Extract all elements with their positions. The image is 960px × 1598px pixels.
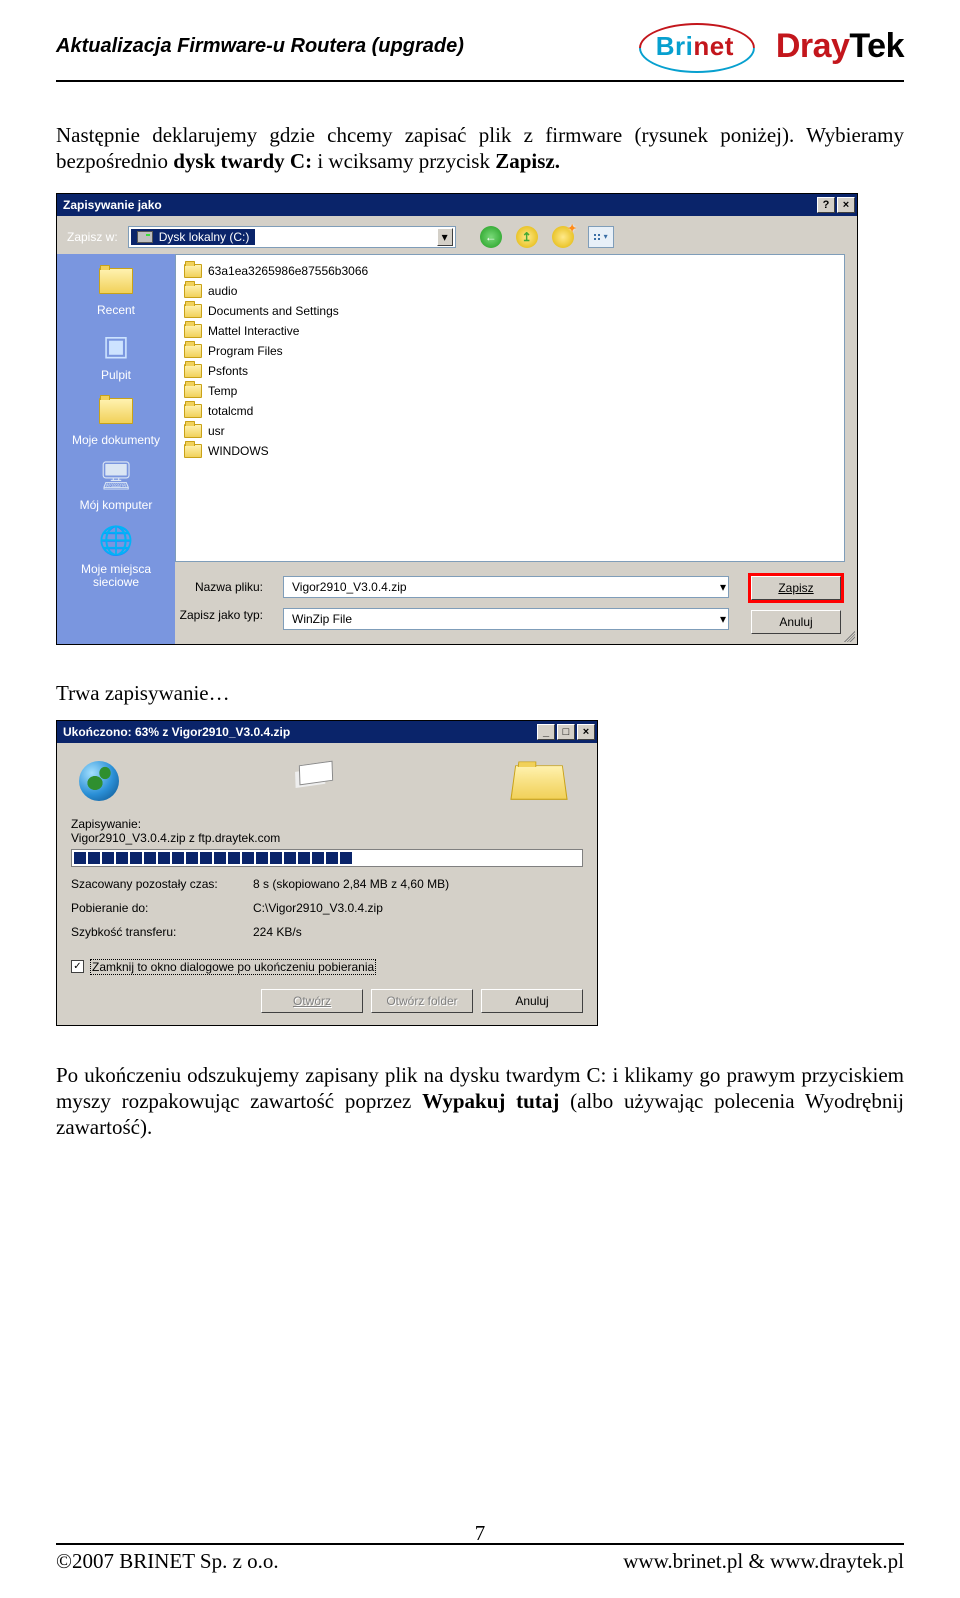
filetype-combo[interactable]: WinZip File ▾	[283, 608, 729, 630]
list-item[interactable]: 63a1ea3265986e87556b3066	[184, 261, 836, 281]
footer-left: ©2007 BRINET Sp. z o.o.	[56, 1549, 279, 1574]
save-as-titlebar[interactable]: Zapisywanie jako ? ×	[57, 194, 857, 216]
folder-icon	[184, 344, 202, 358]
new-folder-icon[interactable]	[552, 226, 574, 248]
minimize-button[interactable]: _	[537, 724, 555, 740]
paragraph-1: Następnie deklarujemy gdzie chcemy zapis…	[56, 122, 904, 175]
save-in-label: Zapisz w:	[67, 230, 118, 244]
footer-right: www.brinet.pl & www.draytek.pl	[623, 1549, 904, 1574]
page-number: 7	[475, 1521, 486, 1546]
file-list[interactable]: 63a1ea3265986e87556b3066 audio Documents…	[175, 254, 845, 562]
drive-icon	[137, 231, 153, 243]
up-one-level-icon[interactable]: ↥	[516, 226, 538, 248]
close-button[interactable]: ×	[577, 724, 595, 740]
folder-icon	[184, 384, 202, 398]
folder-icon	[184, 304, 202, 318]
doc-header: Aktualizacja Firmware-u Routera (upgrade…	[56, 18, 904, 74]
transfer-rate-row: Szybkość transferu: 224 KB/s	[71, 925, 583, 939]
places-recent[interactable]: Recent	[57, 262, 175, 317]
folder-icon	[184, 264, 202, 278]
help-button[interactable]: ?	[817, 197, 835, 213]
places-bar: Recent ▣ Pulpit Moje dokumenty 🖥 Mój kom…	[57, 254, 175, 644]
filetype-label: Zapisz jako typ:	[175, 608, 263, 622]
list-item[interactable]: Temp	[184, 381, 836, 401]
folder-icon	[184, 404, 202, 418]
checkbox-icon[interactable]: ✓	[71, 960, 84, 973]
download-to-row: Pobieranie do: C:\Vigor2910_V3.0.4.zip	[71, 901, 583, 915]
globe-icon	[79, 761, 119, 801]
save-as-dialog: Zapisywanie jako ? × Zapisz w: Dysk loka…	[56, 193, 858, 645]
flying-page-icon	[299, 760, 333, 785]
progress-bar	[71, 849, 583, 867]
list-item[interactable]: WINDOWS	[184, 441, 836, 461]
saving-label: Zapisywanie:	[71, 817, 583, 831]
filename-input[interactable]: Vigor2910_V3.0.4.zip ▾	[283, 576, 729, 598]
open-button: Otwórz	[261, 989, 363, 1013]
download-title: Ukończono: 63% z Vigor2910_V3.0.4.zip	[63, 725, 290, 739]
header-rule	[56, 80, 904, 82]
folder-icon	[184, 324, 202, 338]
paragraph-2: Po ukończeniu odszukujemy zapisany plik …	[56, 1062, 904, 1141]
close-when-done-label: Zamknij to okno dialogowe po ukończeniu …	[90, 959, 376, 975]
draytek-logo: DrayTek	[776, 27, 904, 66]
list-item[interactable]: Mattel Interactive	[184, 321, 836, 341]
download-animation	[71, 753, 583, 809]
page-footer: 7 ©2007 BRINET Sp. z o.o. www.brinet.pl …	[56, 1543, 904, 1574]
paragraph-saving: Trwa zapisywanie…	[56, 681, 904, 706]
desktop-icon: ▣	[94, 327, 138, 365]
dropdown-arrow-icon[interactable]: ▾	[720, 612, 726, 626]
save-as-title: Zapisywanie jako	[63, 198, 162, 212]
list-item[interactable]: Documents and Settings	[184, 301, 836, 321]
list-item[interactable]: totalcmd	[184, 401, 836, 421]
list-item[interactable]: usr	[184, 421, 836, 441]
open-folder-icon	[510, 765, 567, 800]
open-folder-button: Otwórz folder	[371, 989, 473, 1013]
close-button[interactable]: ×	[837, 197, 855, 213]
dropdown-arrow-icon[interactable]: ▾	[720, 580, 726, 594]
folder-icon	[184, 444, 202, 458]
list-item[interactable]: Psfonts	[184, 361, 836, 381]
brand-logos: Brinet DrayTek	[636, 25, 904, 67]
doc-title: Aktualizacja Firmware-u Routera (upgrade…	[56, 35, 464, 58]
places-my-computer[interactable]: 🖥 Mój komputer	[57, 457, 175, 512]
places-network[interactable]: 🌐 Moje miejsca sieciowe	[57, 522, 175, 589]
download-titlebar[interactable]: Ukończono: 63% z Vigor2910_V3.0.4.zip _ …	[57, 721, 597, 743]
resize-grip-icon[interactable]	[841, 628, 855, 642]
back-icon[interactable]: ←	[480, 226, 502, 248]
folder-icon	[184, 284, 202, 298]
computer-icon: 🖥	[94, 457, 138, 495]
list-item[interactable]: audio	[184, 281, 836, 301]
network-icon: 🌐	[94, 522, 138, 560]
filename-label: Nazwa pliku:	[175, 580, 263, 594]
documents-icon	[94, 392, 138, 430]
brinet-logo: Brinet	[636, 25, 754, 67]
save-in-combo[interactable]: Dysk lokalny (C:) ▾	[128, 226, 456, 248]
places-desktop[interactable]: ▣ Pulpit	[57, 327, 175, 382]
cancel-button[interactable]: Anuluj	[481, 989, 583, 1013]
places-my-documents[interactable]: Moje dokumenty	[57, 392, 175, 447]
saving-value: Vigor2910_V3.0.4.zip z ftp.draytek.com	[71, 831, 583, 845]
views-menu-button[interactable]: ▾	[588, 226, 614, 248]
folder-icon	[184, 364, 202, 378]
dropdown-arrow-icon[interactable]: ▾	[437, 228, 453, 246]
maximize-button[interactable]: □	[557, 724, 575, 740]
eta-row: Szacowany pozostały czas: 8 s (skopiowan…	[71, 877, 583, 891]
folder-icon	[184, 424, 202, 438]
recent-icon	[94, 262, 138, 300]
cancel-button[interactable]: Anuluj	[751, 610, 841, 634]
download-progress-dialog: Ukończono: 63% z Vigor2910_V3.0.4.zip _ …	[56, 720, 598, 1026]
close-when-done-row[interactable]: ✓ Zamknij to okno dialogowe po ukończeni…	[71, 959, 583, 975]
list-item[interactable]: Program Files	[184, 341, 836, 361]
save-button[interactable]: Zapisz	[751, 576, 841, 600]
